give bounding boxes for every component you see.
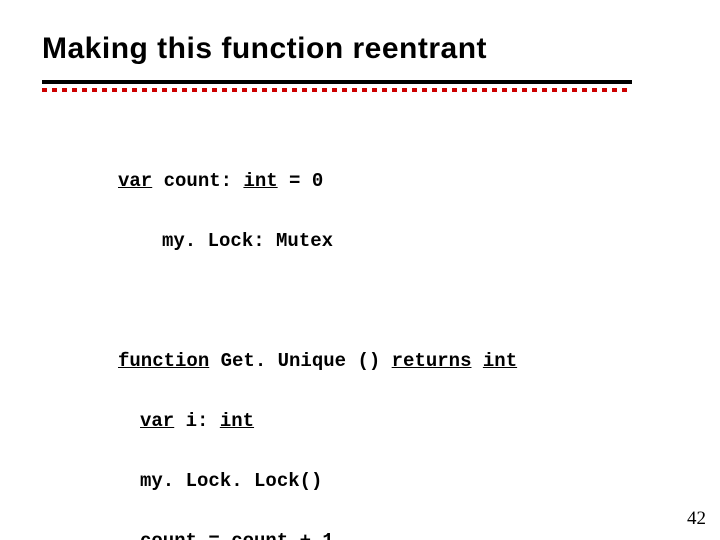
slide: Making this function reentrant var count…: [0, 0, 720, 540]
code-text: Get. Unique (): [209, 350, 391, 372]
rule-dashed: [42, 88, 632, 92]
title-underline: [42, 80, 632, 92]
keyword-int: int: [220, 410, 254, 432]
code-line-2: my. Lock: Mutex: [118, 226, 517, 256]
code-text: my. Lock: Mutex: [162, 230, 333, 252]
code-text: = 0: [278, 170, 324, 192]
code-line-1: var count: int = 0: [118, 166, 517, 196]
keyword-returns: returns: [392, 350, 472, 372]
keyword-int: int: [483, 350, 517, 372]
code-line-5: my. Lock. Lock(): [118, 466, 517, 496]
code-text: count = count + 1: [140, 530, 334, 540]
code-line-3: function Get. Unique () returns int: [118, 346, 517, 376]
keyword-var: var: [118, 170, 152, 192]
code-line-6: count = count + 1: [118, 526, 517, 540]
keyword-var: var: [140, 410, 174, 432]
code-text: my. Lock. Lock(): [140, 470, 322, 492]
code-text: count:: [152, 170, 243, 192]
page-number: 42: [687, 508, 706, 530]
code-block: var count: int = 0 my. Lock: Mutex funct…: [118, 136, 517, 540]
slide-title: Making this function reentrant: [42, 32, 487, 66]
keyword-function: function: [118, 350, 209, 372]
rule-solid: [42, 80, 632, 84]
code-text: i:: [174, 410, 220, 432]
keyword-int: int: [243, 170, 277, 192]
code-line-4: var i: int: [118, 406, 517, 436]
blank-line: [118, 286, 517, 316]
